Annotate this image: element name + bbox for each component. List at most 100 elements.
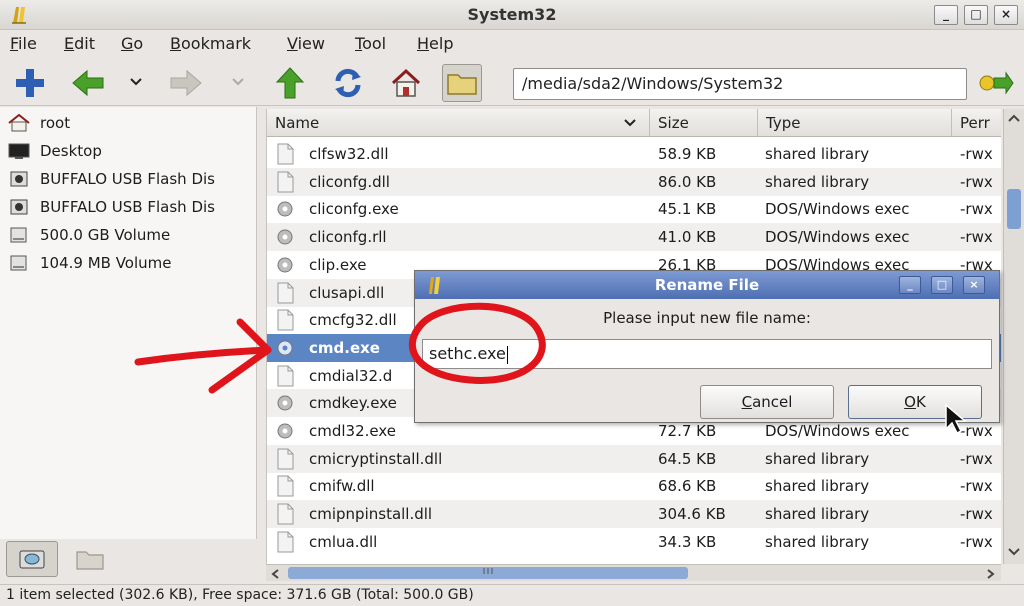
horizontal-scrollbar[interactable]	[266, 564, 1001, 581]
menu-tool[interactable]: Tool	[355, 34, 386, 53]
minimize-button[interactable]: _	[934, 5, 958, 25]
new-tab-button[interactable]	[10, 64, 50, 102]
file-permissions: -rwx	[960, 449, 993, 468]
table-row[interactable]: cliconfg.dll 86.0 KB shared library -rwx	[267, 167, 1001, 196]
cancel-button[interactable]: Cancel	[700, 385, 834, 419]
place-label: root	[40, 114, 71, 132]
table-row[interactable]: cliconfg.rll 41.0 KB DOS/Windows exec -rwx	[267, 223, 1001, 252]
table-row[interactable]: cliconfg.exe 45.1 KB DOS/Windows exec -rwx	[267, 195, 1001, 223]
home-icon	[391, 68, 421, 97]
reload-button[interactable]	[328, 64, 368, 102]
column-header-permissions[interactable]: Perr	[952, 109, 1001, 137]
plus-icon	[16, 69, 44, 97]
file-icon	[277, 503, 294, 525]
side-pane-mode-bar	[0, 539, 262, 579]
table-row[interactable]: cmicryptinstall.dll 64.5 KB shared library…	[267, 444, 1001, 473]
column-header-size[interactable]: Size	[650, 109, 758, 137]
file-name: clfsw32.dll	[309, 145, 389, 163]
menu-help[interactable]: Help	[417, 34, 453, 53]
places-mode-button[interactable]	[6, 541, 58, 577]
file-size: 304.6 KB	[658, 505, 726, 524]
places-side-pane: root Desktop BUFFALO USB Flash Dis BUFFA…	[0, 107, 257, 539]
scroll-down-arrow-icon[interactable]	[1007, 547, 1021, 557]
file-name: cliconfg.rll	[309, 228, 387, 247]
column-header-name-label: Name	[275, 114, 320, 132]
file-size: 45.1 KB	[658, 200, 717, 219]
file-name: cmlua.dll	[309, 532, 378, 551]
go-button[interactable]	[976, 64, 1016, 102]
toggle-side-pane-button[interactable]	[442, 64, 482, 102]
place-item-volume-500gb[interactable]: 500.0 GB Volume	[0, 221, 257, 249]
menu-edit-mnemonic: E	[64, 34, 75, 53]
file-type: shared library	[765, 145, 870, 163]
column-header-name[interactable]: Name	[267, 109, 650, 137]
vertical-scroll-thumb[interactable]	[1007, 189, 1021, 229]
file-size: 34.3 KB	[658, 532, 717, 551]
gear-icon	[277, 395, 293, 411]
maximize-button[interactable]: □	[964, 5, 988, 25]
mouse-pointer-icon	[945, 403, 968, 435]
menu-bookmark[interactable]: Bookmark	[170, 34, 251, 53]
place-item-usb-1[interactable]: BUFFALO USB Flash Dis	[0, 165, 257, 193]
address-bar-input[interactable]: /media/sda2/Windows/System32	[513, 68, 967, 100]
vertical-scrollbar[interactable]	[1003, 109, 1024, 564]
back-history-dropdown[interactable]	[126, 70, 146, 94]
chevron-down-icon	[232, 78, 244, 86]
scroll-right-arrow-icon[interactable]	[986, 568, 996, 580]
gear-icon	[277, 340, 293, 356]
place-item-root[interactable]: root	[0, 109, 257, 137]
file-type: shared library	[765, 505, 870, 524]
drive-icon	[19, 550, 45, 569]
file-name: cliconfg.exe	[309, 200, 399, 219]
file-icon	[277, 143, 294, 165]
gear-icon	[277, 423, 293, 439]
file-size: 58.9 KB	[658, 145, 717, 163]
table-row[interactable]: cmipnpinstall.dll 304.6 KB shared library -…	[267, 500, 1001, 529]
menu-file[interactable]: File	[10, 34, 37, 53]
new-filename-value: sethc.exe	[429, 344, 506, 363]
table-row[interactable]: cmifw.dll 68.6 KB shared library -rwx	[267, 472, 1001, 500]
dialog-maximize-button[interactable]: □	[931, 276, 953, 294]
tree-mode-button[interactable]	[68, 541, 112, 577]
table-row[interactable]: cmlua.dll 34.3 KB shared library -rwx	[267, 528, 1001, 556]
menu-view[interactable]: View	[287, 34, 325, 53]
place-item-volume-104mb[interactable]: 104.9 MB Volume	[0, 249, 257, 277]
close-button[interactable]: ×	[994, 5, 1018, 25]
menu-tool-mnemonic: T	[355, 34, 363, 53]
horizontal-scroll-thumb[interactable]	[288, 567, 688, 579]
back-button[interactable]	[68, 64, 108, 102]
file-permissions: -rwx	[960, 532, 993, 551]
up-arrow-icon	[275, 67, 305, 99]
menu-help-mnemonic: H	[417, 34, 430, 53]
menu-bar: File Edit Go Bookmark View Tool Help	[0, 30, 1024, 60]
file-icon	[277, 171, 294, 193]
disk-volume-icon	[10, 227, 27, 243]
place-label: Desktop	[40, 142, 102, 160]
grip-icon	[483, 568, 493, 574]
disk-volume-icon	[10, 255, 27, 271]
menu-go-mnemonic: G	[121, 34, 134, 53]
reload-icon	[335, 68, 361, 98]
forward-history-dropdown[interactable]	[228, 70, 248, 94]
menu-go[interactable]: Go	[121, 34, 143, 53]
menu-edit[interactable]: Edit	[64, 34, 95, 53]
new-filename-input[interactable]: sethc.exe	[422, 339, 992, 369]
column-header-type[interactable]: Type	[758, 109, 952, 137]
dialog-title-bar: Rename File _ □ ×	[415, 271, 999, 299]
dialog-close-button[interactable]: ×	[963, 276, 985, 294]
place-label: 104.9 MB Volume	[40, 254, 172, 272]
home-icon	[8, 114, 30, 132]
place-item-usb-2[interactable]: BUFFALO USB Flash Dis	[0, 193, 257, 221]
table-row[interactable]: clfsw32.dll 58.9 KB shared library -rwx	[267, 140, 1001, 168]
up-button[interactable]	[270, 64, 310, 102]
dialog-minimize-button[interactable]: _	[899, 276, 921, 294]
scroll-left-arrow-icon[interactable]	[270, 568, 280, 580]
window-title-bar: System32 _ □ ×	[0, 0, 1024, 30]
dialog-prompt: Please input new file name:	[603, 309, 811, 327]
menu-bookmark-rest: ookmark	[180, 34, 252, 53]
home-button[interactable]	[386, 64, 426, 102]
forward-button[interactable]	[166, 64, 206, 102]
scroll-up-arrow-icon[interactable]	[1007, 113, 1021, 123]
place-item-desktop[interactable]: Desktop	[0, 137, 257, 165]
gear-icon	[277, 201, 293, 217]
